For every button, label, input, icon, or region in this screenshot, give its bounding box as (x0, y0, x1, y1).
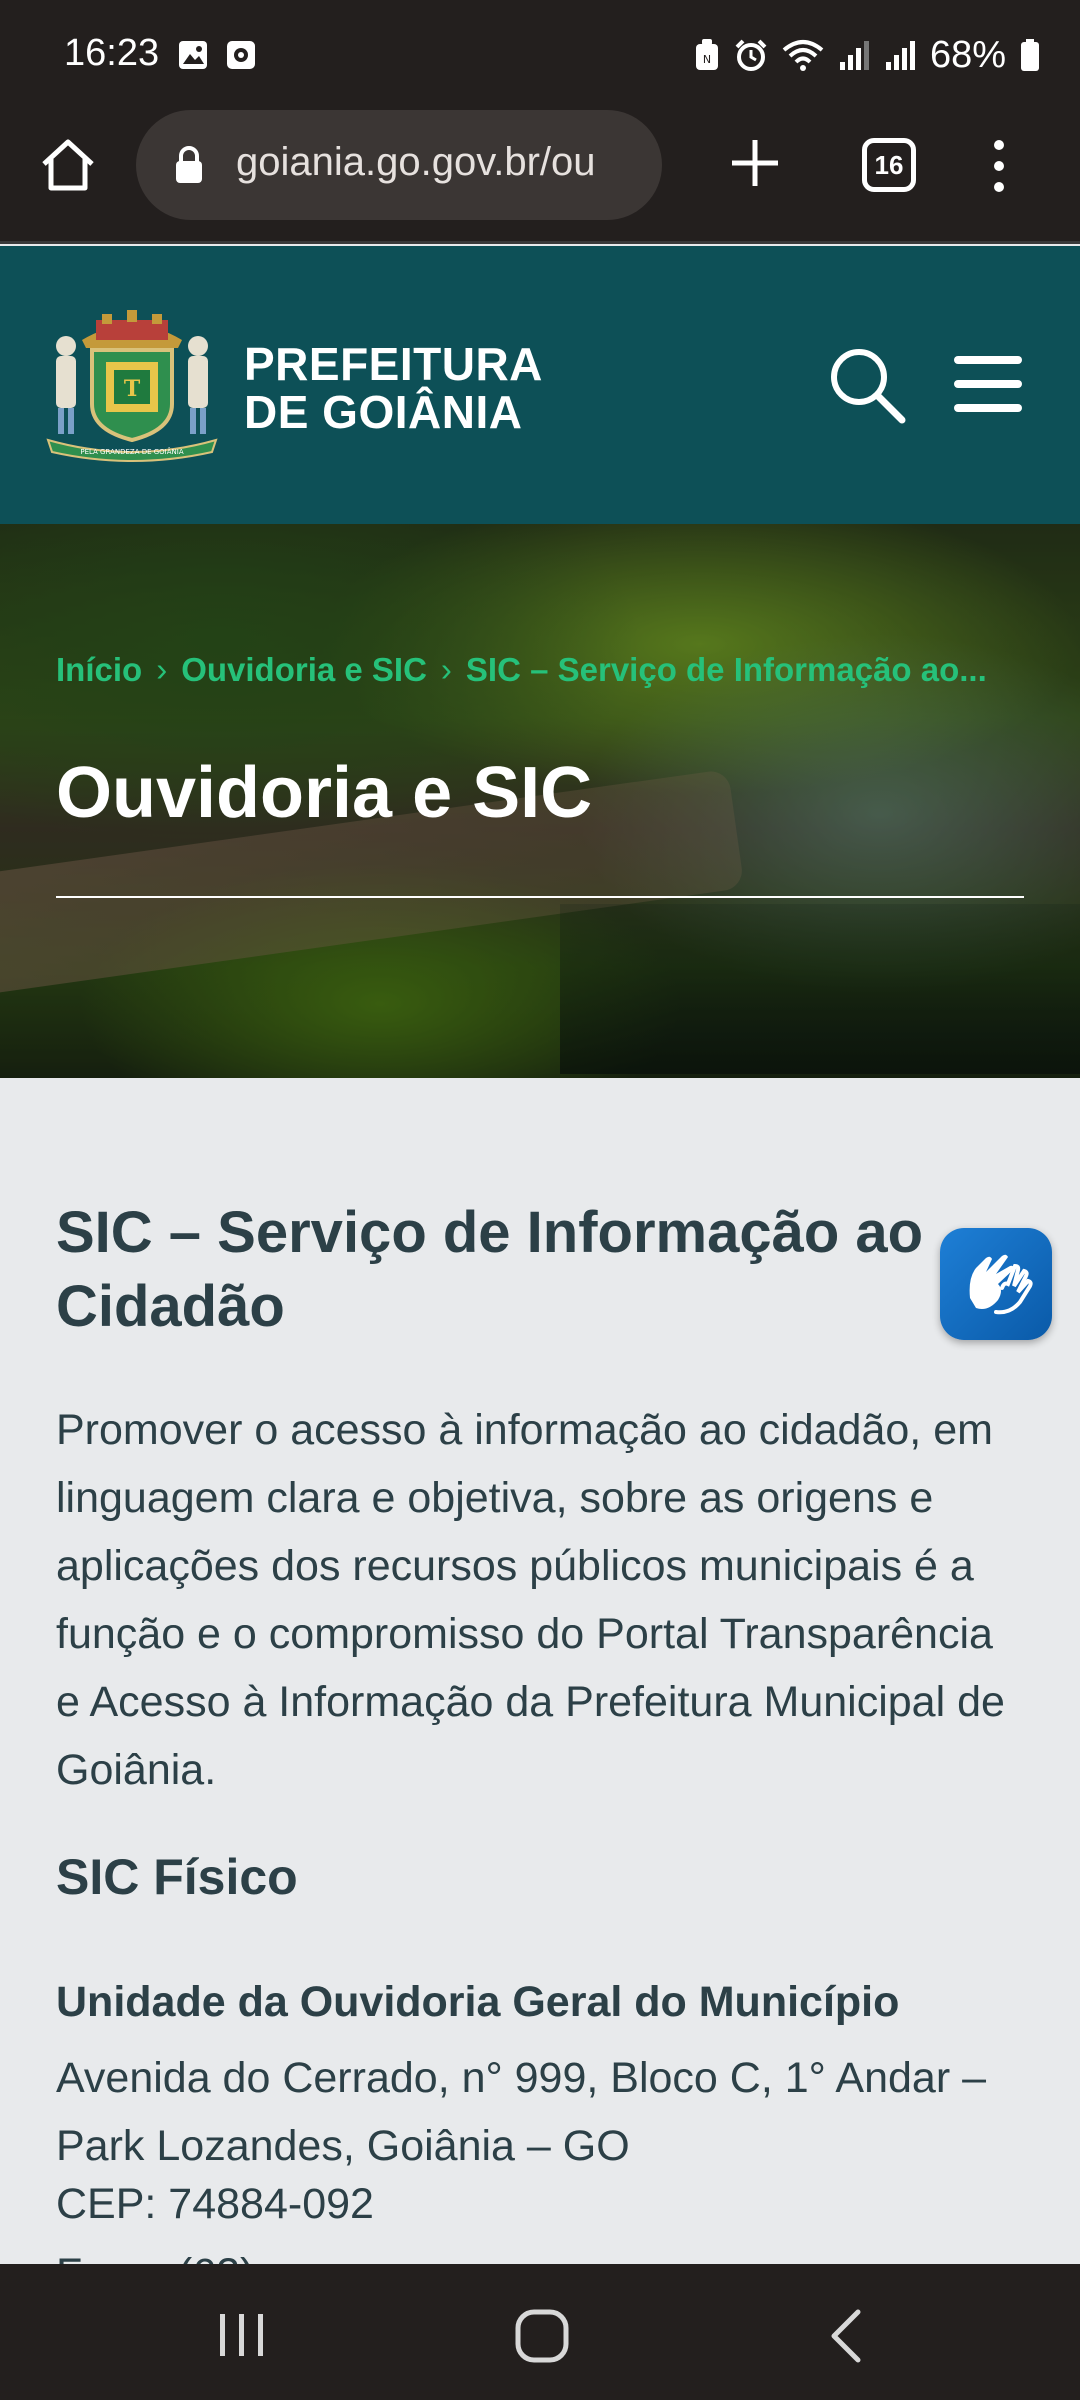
unit-name: Unidade da Ouvidoria Geral do Município (56, 1978, 900, 2026)
status-icons: N 68% (694, 30, 1040, 80)
address: Avenida do Cerrado, n° 999, Bloco C, 1° … (56, 2054, 987, 2170)
city-crest-logo[interactable]: T PELA GRANDEZA DE GOIÂNIA (40, 304, 224, 464)
section-title: SIC – Serviço de Informação ao Cidadão (56, 1200, 924, 1339)
site-logo-text[interactable]: PREFEITURA DE GOIÂNIA (244, 340, 543, 436)
breadcrumb-link-ouvidoria[interactable]: Ouvidoria e SIC (181, 651, 427, 688)
subsection-title: SIC Físico (56, 1849, 298, 1905)
screen-record-icon (227, 41, 255, 69)
address-bar[interactable]: goiania.go.gov.br/ou (136, 110, 662, 220)
intro-paragraph: Promover o acesso à informação ao cidadã… (56, 1406, 1005, 1794)
svg-text:T: T (124, 376, 141, 402)
status-time: 16:23 (64, 32, 160, 74)
sign-language-accessibility-button[interactable] (940, 1228, 1052, 1340)
wifi-icon (782, 40, 824, 71)
page-title: Ouvidoria e SIC (56, 753, 593, 833)
breadcrumb: Início › Ouvidoria e SIC › SIC – Serviço de … (56, 642, 1016, 698)
crest-motto: PELA GRANDEZA DE GOIÂNIA (80, 447, 183, 456)
breadcrumb-link-home[interactable]: Início (56, 651, 142, 688)
url-text: goiania.go.gov.br/ou (236, 140, 596, 184)
sign-language-hands-icon (969, 1254, 1033, 1315)
hamburger-menu-icon[interactable] (952, 354, 1024, 414)
browser-toolbar: goiania.go.gov.br/ou 16 (0, 110, 1080, 244)
alarm-icon (735, 39, 767, 71)
more-options-icon[interactable] (984, 138, 1014, 194)
system-navigation-bar (0, 2264, 1080, 2400)
main-content: SIC – Serviço de Informação ao Cidadão P… (0, 1078, 1080, 2264)
lock-icon (176, 146, 202, 183)
site-header: T PELA GRANDEZA DE GOIÂNIA PREFEITURA DE… (0, 246, 1080, 524)
search-icon[interactable] (826, 344, 908, 426)
postal-code: CEP: 74884-092 (56, 2180, 374, 2228)
status-bar: 16:23 N 68% (0, 0, 1080, 110)
battery-percentage: 68% (929, 33, 1006, 76)
chevron-right-icon: › (156, 651, 168, 688)
chevron-right-icon: › (440, 651, 452, 688)
hero-banner: Início › Ouvidoria e SIC › SIC – Serviço de … (0, 524, 1080, 1078)
logo-line-1: PREFEITURA (244, 338, 543, 390)
recent-apps-icon[interactable] (216, 2312, 268, 2358)
gallery-icon (179, 41, 207, 69)
logo-line-2: DE GOIÂNIA (244, 386, 523, 438)
tab-switcher-button[interactable]: 16 (862, 138, 916, 192)
home-nav-icon[interactable] (514, 2308, 570, 2364)
home-icon[interactable] (38, 134, 98, 194)
nfc-icon: N (695, 39, 718, 70)
signal-icon (885, 41, 915, 70)
battery-icon (1021, 39, 1039, 71)
svg-text:N: N (703, 53, 711, 66)
phone-line: Fone: (62) (56, 2250, 254, 2264)
divider (56, 896, 1024, 898)
back-icon[interactable] (826, 2308, 866, 2364)
breadcrumb-current: SIC – Serviço de Informação ao... (465, 651, 987, 688)
new-tab-icon[interactable] (720, 128, 790, 198)
signal-icon (839, 41, 869, 70)
